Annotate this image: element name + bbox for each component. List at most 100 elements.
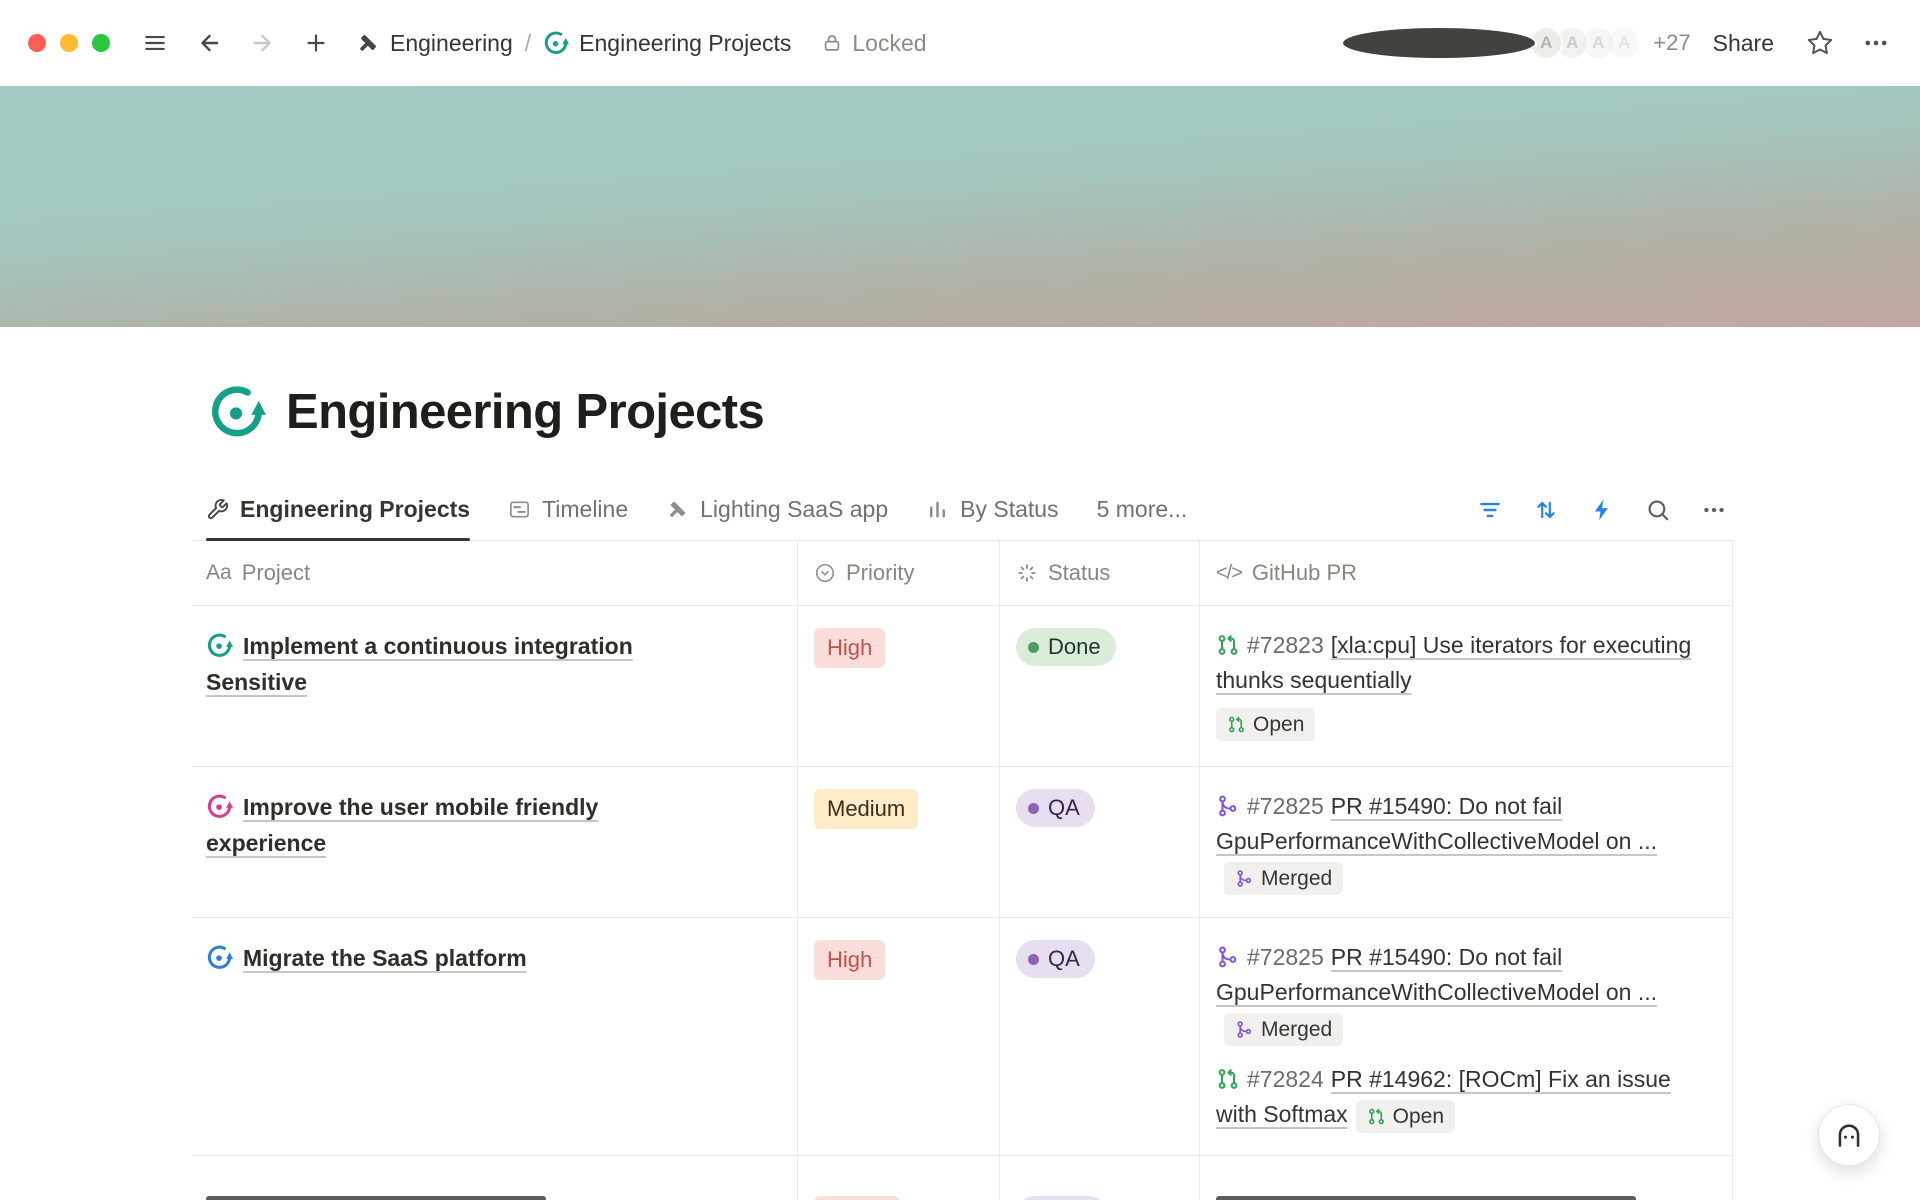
locked-toggle[interactable]: Locked [821, 30, 926, 57]
column-header-project[interactable]: Aa Project [192, 541, 798, 605]
hammer-icon [356, 31, 380, 55]
project-swirl-icon [206, 944, 233, 971]
pr-state-badge[interactable]: Open [1216, 708, 1315, 741]
project-title-link[interactable]: Improve the user mobile friendly experie… [206, 794, 598, 856]
new-tab-button[interactable] [304, 31, 328, 55]
github-pr-cell[interactable]: #72825PR #15490: Do not fail GpuPerforma… [1200, 918, 1733, 1155]
more-options-button[interactable] [1862, 29, 1890, 57]
column-header-status[interactable]: Status [1000, 541, 1200, 605]
view-toolbar [1477, 479, 1733, 540]
pr-state-badge[interactable]: Merged [1224, 862, 1343, 895]
tab-by-status[interactable]: By Status [926, 479, 1058, 540]
project-cell[interactable]: Implement a continuous integration Sensi… [192, 606, 798, 766]
project-cell[interactable]: Migrate the SaaS platform [192, 918, 798, 1155]
tab-label: Timeline [542, 496, 628, 523]
page-swirl-icon-large[interactable] [208, 383, 266, 441]
github-pr-cell[interactable] [1200, 1156, 1733, 1200]
tab-lighting-saas-app[interactable]: Lighting SaaS app [666, 479, 888, 540]
text-property-icon: Aa [206, 561, 232, 585]
view-options-button[interactable] [1701, 497, 1727, 523]
star-icon [1806, 29, 1834, 57]
status-cell[interactable]: QA [1000, 767, 1200, 917]
github-pr-cell[interactable]: #72825PR #15490: Do not fail GpuPerforma… [1200, 767, 1733, 917]
code-property-icon: </> [1216, 562, 1242, 585]
pr-state-badge[interactable]: Merged [1224, 1013, 1343, 1046]
breadcrumb-root[interactable]: Engineering [356, 30, 513, 57]
column-header-priority[interactable]: Priority [798, 541, 1000, 605]
share-button[interactable]: Share [1713, 30, 1774, 57]
merge-icon [1216, 794, 1240, 818]
status-dot [1028, 803, 1039, 814]
sort-icon [1533, 497, 1559, 523]
breadcrumb-page[interactable]: Engineering Projects [543, 30, 791, 57]
tab-engineering-projects[interactable]: Engineering Projects [206, 479, 470, 540]
priority-cell[interactable]: High [798, 918, 1000, 1155]
priority-badge[interactable]: High [814, 940, 885, 980]
priority-badge[interactable]: Medium [814, 789, 918, 829]
status-label: QA [1048, 797, 1080, 819]
pr-state-badge[interactable]: Open [1356, 1100, 1455, 1133]
plus-icon [304, 31, 328, 55]
avatar-letter: A [1540, 33, 1552, 53]
project-cell[interactable] [192, 1156, 798, 1200]
tab-timeline[interactable]: Timeline [508, 479, 628, 540]
database-table: Aa Project Priority Status </> GitHub PR [192, 541, 1733, 1200]
table-row-partial [192, 1156, 1733, 1200]
avatar-letter: A [1592, 33, 1604, 53]
favorite-button[interactable] [1806, 29, 1834, 57]
search-icon [1645, 497, 1671, 523]
column-label: GitHub PR [1252, 560, 1357, 586]
project-swirl-icon [206, 632, 233, 659]
project-cell[interactable]: Improve the user mobile friendly experie… [192, 767, 798, 917]
priority-cell[interactable] [798, 1156, 1000, 1200]
pull-request-icon [1216, 633, 1240, 657]
avatar[interactable] [1341, 26, 1537, 60]
status-cell[interactable] [1000, 1156, 1200, 1200]
github-pr-cell[interactable]: #72823[xla:cpu] Use iterators for execut… [1200, 606, 1733, 766]
status-cell[interactable]: QA [1000, 918, 1200, 1155]
project-title-link[interactable]: Migrate the SaaS platform [243, 945, 527, 971]
more-views-button[interactable]: 5 more... [1097, 479, 1188, 540]
sort-button[interactable] [1533, 497, 1559, 523]
forward-button[interactable] [250, 30, 276, 56]
avatar-letter: A [1618, 33, 1630, 53]
page-title[interactable]: Engineering Projects [286, 384, 764, 440]
topbar-right-group: A A A A +27 Share [1341, 26, 1890, 60]
zoom-window-button[interactable] [92, 34, 110, 52]
select-property-icon [814, 562, 836, 584]
status-badge[interactable]: QA [1016, 940, 1095, 978]
automations-button[interactable] [1589, 497, 1615, 523]
avatar-stack[interactable]: A A A A [1341, 26, 1641, 60]
column-label: Project [242, 560, 310, 586]
merge-icon [1216, 945, 1240, 969]
pr-state-label: Merged [1261, 868, 1332, 889]
column-header-github-pr[interactable]: </> GitHub PR [1200, 541, 1733, 605]
page-body: Engineering Projects Engineering Project… [0, 383, 1920, 1200]
status-badge[interactable]: Done [1016, 628, 1116, 666]
sidebar-menu-button[interactable] [142, 30, 168, 56]
status-cell[interactable]: Done [1000, 606, 1200, 766]
page-swirl-icon [543, 30, 569, 56]
status-property-icon [1016, 562, 1038, 584]
filter-icon [1477, 497, 1503, 523]
tab-label: By Status [960, 496, 1058, 523]
search-button[interactable] [1645, 497, 1671, 523]
pull-request-icon [1227, 715, 1246, 734]
priority-cell[interactable]: High [798, 606, 1000, 766]
column-label: Status [1048, 560, 1110, 586]
ellipsis-icon [1701, 497, 1727, 523]
avatar-overflow-count[interactable]: +27 [1653, 30, 1690, 56]
minimize-window-button[interactable] [60, 34, 78, 52]
filter-button[interactable] [1477, 497, 1503, 523]
table-row: Implement a continuous integration Sensi… [192, 606, 1733, 767]
priority-badge[interactable]: High [814, 628, 885, 668]
priority-cell[interactable]: Medium [798, 767, 1000, 917]
status-badge[interactable]: QA [1016, 789, 1095, 827]
hamburger-icon [142, 30, 168, 56]
project-title-link[interactable]: Implement a continuous integration Sensi… [206, 633, 633, 695]
notion-ai-button[interactable] [1818, 1104, 1880, 1166]
back-button[interactable] [196, 30, 222, 56]
pull-request-icon [1367, 1107, 1386, 1126]
clipped-priority-badge [814, 1196, 900, 1200]
close-window-button[interactable] [28, 34, 46, 52]
